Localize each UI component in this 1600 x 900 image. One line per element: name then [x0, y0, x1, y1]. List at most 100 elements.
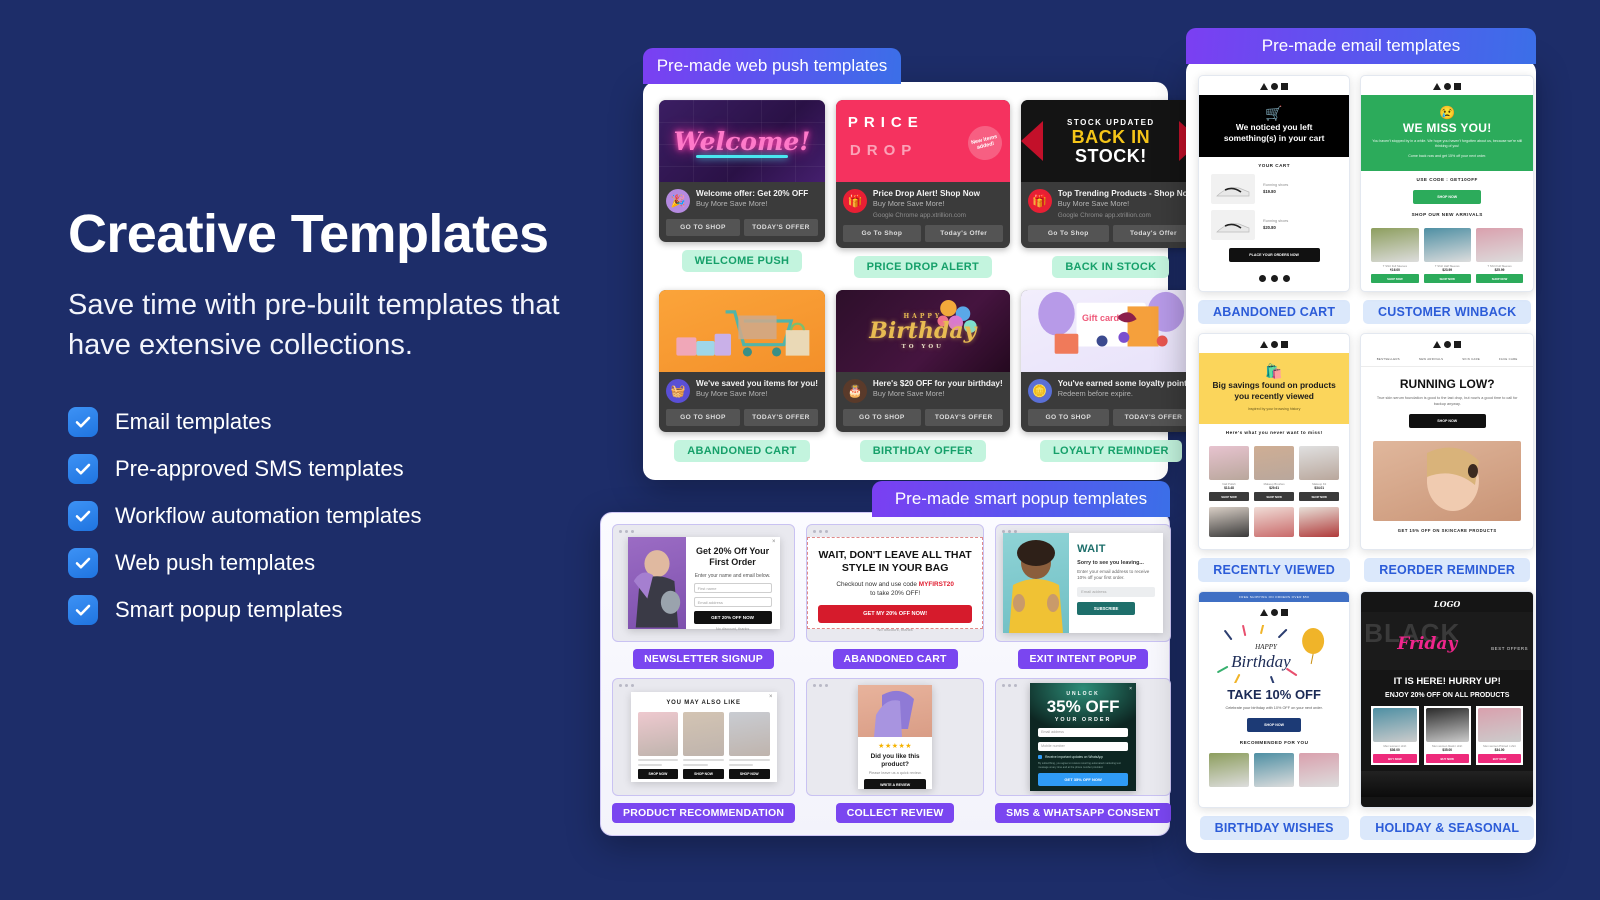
product-price: $34.01	[1314, 486, 1325, 491]
email-cta-button[interactable]: SHOP NOW	[1413, 190, 1482, 205]
email-card[interactable]: 🛍️ Big savings found on products you rece…	[1198, 333, 1351, 550]
shop-now-button[interactable]: SHOP NOW	[637, 769, 679, 779]
email-input[interactable]: Email address	[693, 596, 772, 607]
email-card[interactable]: BESTSELLERS NEW ARRIVALS SKIN CARE FACE CAR…	[1360, 333, 1535, 550]
product-cell[interactable]: Men women Printed t shirt $34.00 BUY NOW	[1475, 706, 1524, 766]
smart-popup-card[interactable]: × UNLOCK 35% OFF YOUR ORDER Email address Mob…	[995, 678, 1172, 796]
product-cell[interactable]	[1254, 752, 1295, 787]
buy-now-button[interactable]: BUY NOW	[1373, 754, 1417, 764]
product-cell[interactable]: T Shirt Half Sleeves $23.99 SHOP NOW	[1423, 228, 1471, 284]
email-cta-button[interactable]: SHOP NOW	[1246, 717, 1302, 732]
tab-smart-popup-templates[interactable]: Pre-made smart popup templates	[872, 481, 1170, 517]
product-cell[interactable]: Nail Polish $13.48 SHOP NOW	[1209, 446, 1250, 502]
smart-popup-card[interactable]: × Get 20% Off Your First Order Enter your …	[612, 524, 796, 642]
shop-now-button[interactable]: SHOP NOW	[1371, 274, 1419, 284]
product-cell[interactable]: T Shirt Full Sleeves ₹16.00 SHOP NOW	[1371, 228, 1419, 284]
smart-popup-card[interactable]: WAIT, DON'T LEAVE ALL THAT STYLE IN YOUR…	[806, 524, 985, 642]
popup-cta-button[interactable]: GET 35% OFF NOW	[1038, 773, 1129, 786]
social-links[interactable]	[1199, 268, 1349, 291]
recommended-product[interactable]: SHOP NOW	[683, 712, 724, 779]
product-cell[interactable]: Men women black t shirt $35.00 BUY NOW	[1423, 706, 1471, 766]
push-todays-offer-button[interactable]: TODAY'S OFFER	[743, 409, 818, 427]
shop-now-button[interactable]: SHOP NOW	[683, 769, 724, 779]
shop-now-button[interactable]: SHOP NOW	[1299, 492, 1340, 502]
nav-item[interactable]: BESTSELLERS	[1377, 357, 1400, 361]
checkbox-checked-icon[interactable]	[68, 500, 98, 531]
first-name-input[interactable]: First name	[693, 582, 772, 593]
feature-label: Pre-approved SMS templates	[115, 455, 404, 481]
brand-logo-icon	[1361, 76, 1533, 95]
email-cta-button[interactable]: SHOP NOW	[1408, 414, 1486, 429]
smart-popup-card[interactable]: × YOU MAY ALSO LIKE SHOP NOW SHOP NOW SHOP N…	[612, 678, 796, 796]
whatsapp-consent-checkbox[interactable]: Receive important updates on WhatsApp	[1038, 755, 1128, 759]
push-todays-offer-button[interactable]: Today's Offer	[924, 225, 1003, 243]
email-card[interactable]: FREE SHIPPING ON ORDERS OVER $50 HAPPY Bir…	[1198, 591, 1351, 808]
shop-now-button[interactable]: SHOP NOW	[1209, 492, 1250, 502]
email-logo: LOGO	[1434, 599, 1461, 609]
product-cell[interactable]	[1209, 752, 1250, 787]
smart-popup-card[interactable]: ★★★★★ Did you like this product? Please le…	[806, 678, 985, 796]
web-push-card[interactable]: HAPPY Birthday TO YOU 🎂 Here's $20 OFF for y…	[835, 290, 1010, 433]
popup-cta-button[interactable]: GET 20% OFF NOW	[693, 610, 772, 624]
shop-now-button[interactable]: SHOP NOW	[1423, 274, 1471, 284]
product-cell[interactable]: Makeup Brushes $29.61 SHOP NOW	[1254, 446, 1295, 502]
recommended-product[interactable]: SHOP NOW	[637, 712, 679, 779]
popup-decline-link[interactable]: No discount, thanks	[818, 627, 972, 632]
product-cell[interactable]: Men women t shirt $36.00 BUY NOW	[1371, 706, 1419, 766]
shop-now-button[interactable]: SHOP NOW	[728, 769, 770, 779]
product-cell[interactable]	[1299, 507, 1340, 538]
shop-now-button[interactable]: SHOP NOW	[1254, 492, 1295, 502]
email-card[interactable]: LOGO BLACK Friday BEST OFFERS IT IS HERE! HU…	[1360, 591, 1535, 808]
tab-email-templates[interactable]: Pre-made email templates	[1186, 28, 1536, 64]
product-cell[interactable]: Makeup Kit $34.01 SHOP NOW	[1299, 446, 1340, 502]
product-cell[interactable]	[1299, 752, 1340, 787]
browser-dots	[1002, 684, 1018, 687]
popup-cta-button[interactable]: SUBSCRIBE	[1077, 601, 1136, 615]
recommended-product[interactable]: SHOP NOW	[728, 712, 770, 779]
web-push-card[interactable]: PRICE DROP New items added! 🎁 Price Drop Ale…	[835, 100, 1010, 249]
checkbox-checked-icon[interactable]	[68, 406, 98, 437]
email-nav[interactable]: BESTSELLERS NEW ARRIVALS SKIN CARE FACE CAR…	[1361, 353, 1534, 367]
push-go-to-shop-button[interactable]: GO TO SHOP	[1027, 409, 1109, 427]
push-go-to-shop-button[interactable]: Go To Shop	[1027, 225, 1109, 243]
email-card[interactable]: 😢 WE MISS YOU! You haven't stopped by in a…	[1360, 75, 1535, 292]
push-go-to-shop-button[interactable]: GO TO SHOP	[842, 409, 921, 427]
product-cell[interactable]	[1209, 507, 1250, 538]
email-input[interactable]: Email address	[1038, 728, 1129, 737]
push-todays-offer-button[interactable]: Today's Offer	[1112, 225, 1195, 243]
push-title: You've earned some loyalty points	[1057, 379, 1192, 389]
push-todays-offer-button[interactable]: TODAY'S OFFER	[743, 219, 818, 236]
web-push-card[interactable]: 🧺 We've saved you items for you! Buy More …	[659, 290, 825, 433]
close-icon[interactable]: ×	[772, 539, 776, 545]
close-icon[interactable]: ×	[769, 694, 773, 700]
product-cell[interactable]	[1254, 507, 1295, 538]
web-push-card[interactable]: Welcome! 🎉 Welcome offer: Get 20% OFF Buy M…	[659, 100, 825, 242]
popup-preview: ★★★★★ Did you like this product? Please le…	[858, 685, 933, 789]
email-input[interactable]: Email address	[1077, 586, 1156, 597]
popup-cta-button[interactable]: GET MY 20% OFF NOW!	[818, 604, 973, 623]
mobile-input[interactable]: Mobile number	[1038, 742, 1129, 751]
smart-popup-card[interactable]: WAIT Sorry to see you leaving... Enter you…	[995, 524, 1172, 642]
checkbox-checked-icon[interactable]	[68, 594, 98, 625]
product-cell[interactable]: T Shirt Full Sleeves $25.99 SHOP NOW	[1475, 228, 1524, 284]
web-push-card[interactable]: STOCK UPDATED BACK IN STOCK! 🎁 Top Trending …	[1020, 100, 1202, 249]
nav-item[interactable]: NEW ARRIVALS	[1419, 357, 1443, 361]
push-go-to-shop-button[interactable]: GO TO SHOP	[666, 219, 740, 236]
nav-item[interactable]: SKIN CARE	[1462, 357, 1480, 361]
buy-now-button[interactable]: BUY NOW	[1425, 754, 1469, 764]
checkbox-checked-icon[interactable]	[68, 547, 98, 578]
buy-now-button[interactable]: BUY NOW	[1477, 754, 1522, 764]
tab-web-push-templates[interactable]: Pre-made web push templates	[643, 48, 901, 84]
email-card[interactable]: 🛒 We noticed you left something(s) in you…	[1198, 75, 1351, 292]
push-go-to-shop-button[interactable]: GO TO SHOP	[666, 409, 740, 427]
checkbox-checked-icon[interactable]	[68, 453, 98, 484]
push-go-to-shop-button[interactable]: Go To Shop	[842, 225, 921, 243]
nav-item[interactable]: FACE CARE	[1499, 357, 1518, 361]
shop-now-button[interactable]: SHOP NOW	[1475, 274, 1524, 284]
write-review-button[interactable]: WRITE A REVIEW	[864, 779, 927, 789]
web-push-card[interactable]: Gift card 🪙 You've earned some loyalty poi…	[1020, 290, 1202, 433]
popup-decline-link[interactable]: No discount, thanks	[694, 627, 772, 631]
push-todays-offer-button[interactable]: TODAY'S OFFER	[924, 409, 1003, 427]
push-todays-offer-button[interactable]: TODAY'S OFFER	[1112, 409, 1195, 427]
email-cta-button[interactable]: PLACE YOUR ORDERS NOW	[1228, 247, 1320, 262]
